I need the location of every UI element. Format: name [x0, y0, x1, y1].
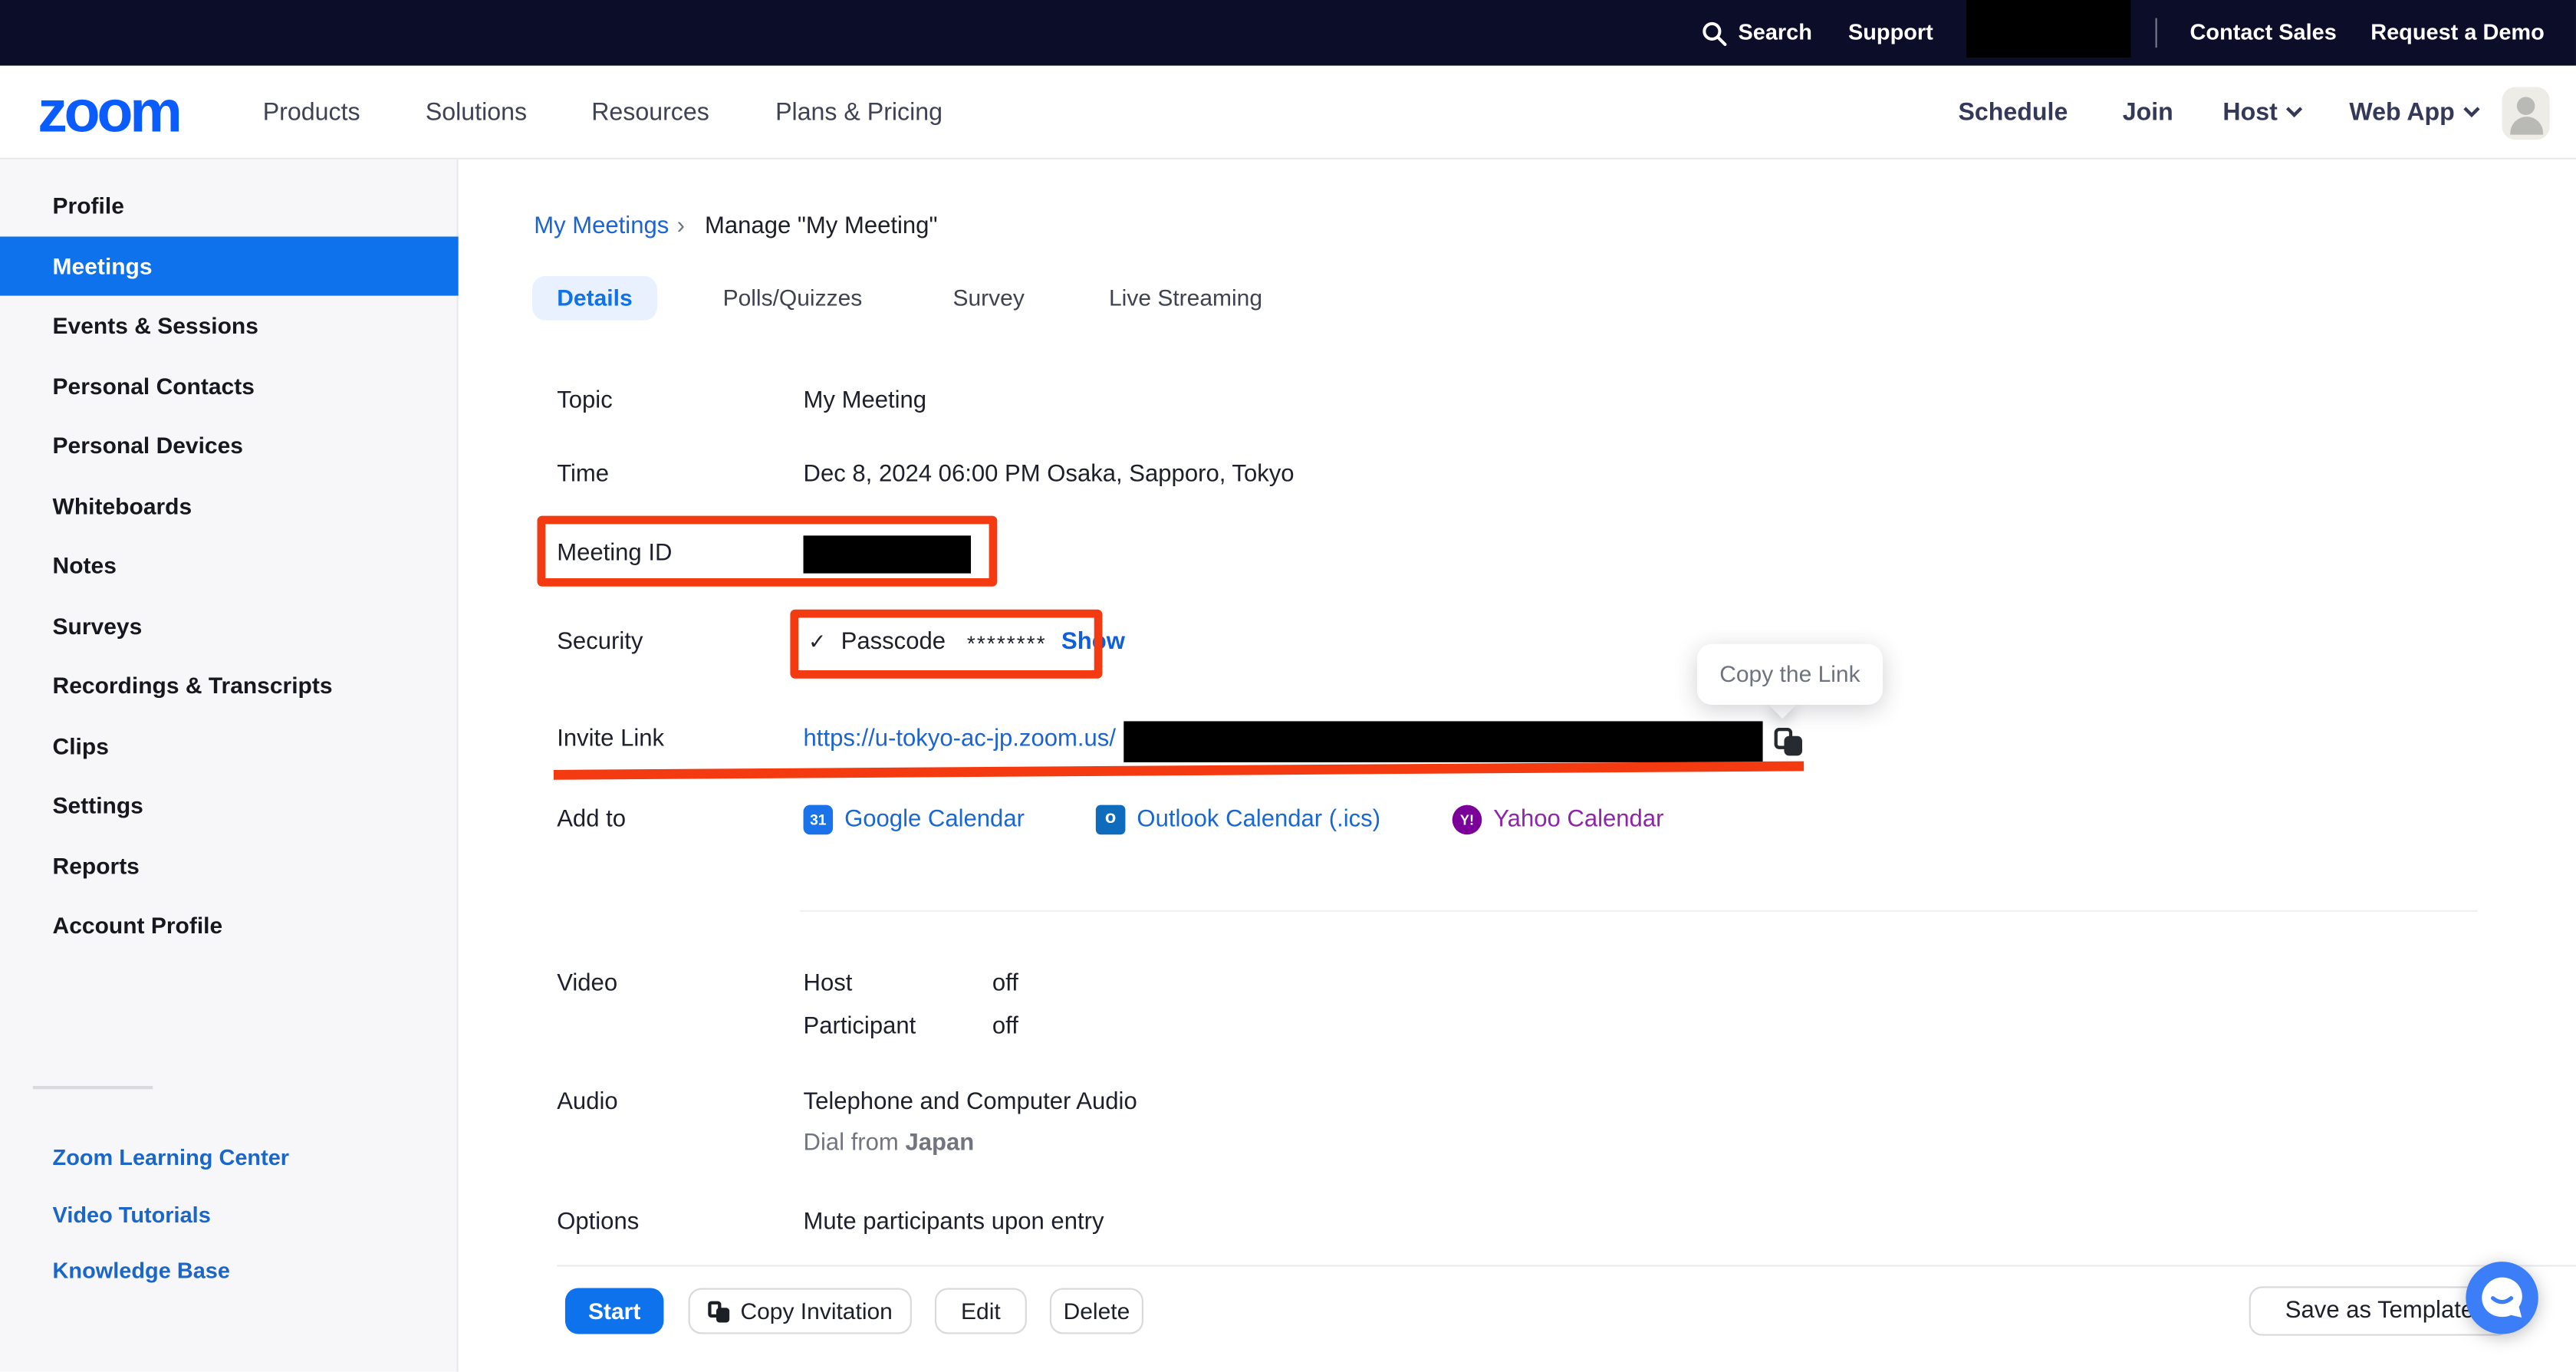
audio-value: Telephone and Computer Audio	[804, 1086, 1137, 1119]
nav-web-app-menu[interactable]: Web App	[2349, 66, 2477, 160]
checkmark-icon: ✓	[808, 629, 826, 653]
sidebar-item-settings[interactable]: Settings	[0, 775, 459, 835]
dial-from-label: Dial from	[804, 1130, 899, 1156]
sidebar-item-surveys[interactable]: Surveys	[0, 596, 459, 656]
nav-products[interactable]: Products	[263, 66, 360, 160]
sidebar-item-personal-devices[interactable]: Personal Devices	[0, 416, 459, 475]
time-label: Time	[557, 459, 609, 492]
chevron-down-icon	[2287, 101, 2303, 117]
google-calendar-icon[interactable]: 31	[804, 805, 834, 835]
top-utility-bar: Search Support Contact Sales Request a D…	[0, 0, 2576, 66]
sidebar-item-events-sessions[interactable]: Events & Sessions	[0, 296, 459, 356]
options-value: Mute participants upon entry	[804, 1206, 1104, 1239]
sidebar-link-video-tutorials[interactable]: Video Tutorials	[0, 1187, 459, 1244]
request-demo-link[interactable]: Request a Demo	[2370, 0, 2545, 66]
tab-survey[interactable]: Survey	[952, 275, 1024, 320]
video-participant-value: off	[992, 1010, 1018, 1043]
video-label: Video	[557, 968, 617, 1001]
dial-country: Japan	[905, 1130, 974, 1156]
sidebar: Profile Meetings Events & Sessions Perso…	[0, 160, 459, 1372]
contact-sales-link[interactable]: Contact Sales	[2190, 0, 2337, 66]
show-passcode-link[interactable]: Show	[1061, 629, 1125, 655]
redaction-box-meeting-id	[804, 535, 972, 573]
video-participant-name: Participant	[804, 1010, 916, 1043]
sidebar-divider	[33, 1086, 153, 1089]
passcode-mask: ********	[967, 631, 1047, 656]
nav-host-menu[interactable]: Host	[2222, 66, 2300, 160]
meeting-id-label: Meeting ID	[557, 537, 672, 570]
sidebar-item-meetings[interactable]: Meetings	[0, 235, 459, 295]
google-calendar-link[interactable]: Google Calendar	[844, 804, 1025, 837]
zoom-web-portal: Search Support Contact Sales Request a D…	[0, 0, 2576, 1372]
security-value-row: ✓ Passcode ******** Show	[808, 626, 1125, 659]
video-host-value: off	[992, 968, 1018, 1001]
yahoo-calendar-icon[interactable]: Y!	[1452, 805, 1482, 835]
tab-details[interactable]: Details	[532, 275, 657, 320]
copy-icon	[708, 1301, 729, 1322]
chat-widget-button[interactable]	[2464, 1260, 2540, 1336]
audio-label: Audio	[557, 1086, 617, 1119]
passcode-label: Passcode	[841, 629, 946, 655]
sidebar-item-clips[interactable]: Clips	[0, 716, 459, 775]
section-divider	[800, 910, 2477, 912]
invite-link-url[interactable]: https://u-tokyo-ac-jp.zoom.us/	[804, 723, 1116, 756]
topic-label: Topic	[557, 384, 613, 417]
yahoo-calendar-link[interactable]: Yahoo Calendar	[1493, 804, 1663, 837]
sidebar-link-learning-center[interactable]: Zoom Learning Center	[0, 1130, 459, 1187]
sidebar-item-notes[interactable]: Notes	[0, 535, 459, 595]
sidebar-item-account-profile[interactable]: Account Profile	[0, 895, 459, 955]
search-link[interactable]: Search	[1738, 0, 1811, 66]
edit-button[interactable]: Edit	[935, 1288, 1027, 1334]
video-host-name: Host	[804, 968, 853, 1001]
outlook-calendar-link[interactable]: Outlook Calendar (.ics)	[1137, 804, 1380, 837]
sidebar-help-links: Zoom Learning Center Video Tutorials Kno…	[0, 1130, 459, 1301]
tab-live-streaming[interactable]: Live Streaming	[1109, 275, 1262, 320]
options-label: Options	[557, 1206, 639, 1239]
topbar-divider	[2156, 18, 2157, 48]
sidebar-item-whiteboards[interactable]: Whiteboards	[0, 475, 459, 535]
outlook-calendar-icon[interactable]: o	[1096, 805, 1126, 835]
topic-value: My Meeting	[804, 384, 927, 417]
nav-resources[interactable]: Resources	[591, 66, 709, 160]
copy-link-tooltip: Copy the Link	[1697, 644, 1883, 705]
redaction-box-topbar	[1966, 0, 2130, 58]
nav-solutions[interactable]: Solutions	[426, 66, 527, 160]
nav-host-label: Host	[2222, 99, 2277, 127]
action-bar: Start Copy Invitation Edit Delete Save a…	[460, 1267, 2576, 1372]
annotation-underline-invite-link	[554, 762, 1804, 779]
time-value: Dec 8, 2024 06:00 PM Osaka, Sapporo, Tok…	[804, 459, 1295, 492]
sidebar-item-reports[interactable]: Reports	[0, 835, 459, 895]
breadcrumb-current: Manage "My Meeting"	[705, 210, 937, 243]
nav-web-app-label: Web App	[2349, 99, 2454, 127]
copy-invitation-label: Copy Invitation	[740, 1290, 892, 1333]
sidebar-menu: Profile Meetings Events & Sessions Perso…	[0, 176, 459, 955]
dial-from-row: Dial from Japan	[804, 1127, 975, 1160]
search-icon[interactable]	[1702, 21, 1726, 46]
sidebar-link-knowledge-base[interactable]: Knowledge Base	[0, 1244, 459, 1301]
invite-link-label: Invite Link	[557, 723, 664, 756]
security-label: Security	[557, 626, 643, 659]
zoom-logo[interactable]: zoom	[38, 66, 179, 160]
chevron-down-icon	[2464, 101, 2480, 117]
copy-invitation-button[interactable]: Copy Invitation	[689, 1288, 912, 1334]
redaction-box-invite-link	[1124, 721, 1762, 762]
delete-button[interactable]: Delete	[1050, 1288, 1143, 1334]
nav-plans-pricing[interactable]: Plans & Pricing	[775, 66, 943, 160]
sidebar-item-recordings[interactable]: Recordings & Transcripts	[0, 656, 459, 716]
copy-link-icon[interactable]	[1775, 728, 1802, 755]
breadcrumb-my-meetings[interactable]: My Meetings	[534, 210, 669, 243]
nav-join[interactable]: Join	[2123, 66, 2173, 160]
support-link[interactable]: Support	[1848, 0, 1933, 66]
main-nav-bar	[0, 66, 2576, 160]
user-avatar[interactable]	[2502, 87, 2550, 140]
avatar-person-icon	[2517, 97, 2535, 115]
sidebar-item-profile[interactable]: Profile	[0, 176, 459, 235]
tab-polls-quizzes[interactable]: Polls/Quizzes	[723, 275, 863, 320]
add-to-label: Add to	[557, 804, 626, 837]
nav-schedule[interactable]: Schedule	[1959, 66, 2068, 160]
start-button[interactable]: Start	[565, 1288, 664, 1334]
breadcrumb-separator: ›	[677, 210, 685, 243]
sidebar-item-personal-contacts[interactable]: Personal Contacts	[0, 356, 459, 416]
